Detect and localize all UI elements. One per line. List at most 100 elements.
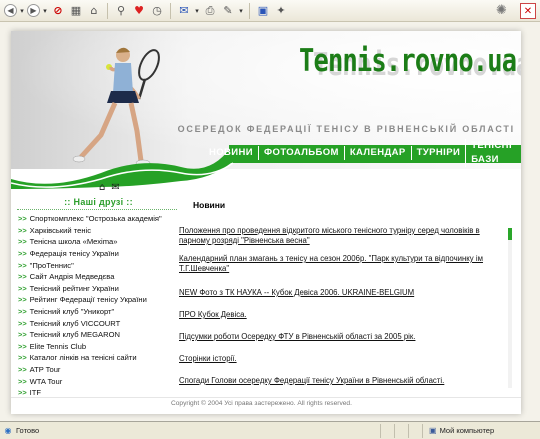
nav-tournaments[interactable]: ТУРНІРИ — [410, 146, 466, 160]
divider — [11, 397, 521, 398]
link-text[interactable]: Тенісний клуб MEGARON — [30, 330, 120, 339]
list-item[interactable]: >> "ПроТеннис" — [18, 259, 188, 271]
copyright: Copyright © 2004 Усі права застережено. … — [171, 400, 352, 407]
news-link[interactable]: Положення про проведення відкритого місь… — [179, 226, 501, 246]
double-chevron-icon: >> — [18, 214, 27, 224]
double-chevron-icon: >> — [18, 341, 27, 351]
list-item[interactable]: >> ATP Tour — [18, 364, 188, 376]
list-item[interactable]: >> Рейтинг Федерації тенісу України — [18, 294, 188, 306]
close-icon[interactable]: ✕ — [520, 3, 536, 19]
link-text[interactable]: Тенісна школа «Mехіma» — [30, 237, 118, 246]
double-chevron-icon: >> — [18, 260, 27, 270]
double-chevron-icon: >> — [18, 225, 27, 235]
print-icon[interactable]: ⎙ — [202, 3, 218, 19]
back-icon[interactable]: ◀ — [4, 4, 17, 17]
main-nav: НОВИНИ ФОТОАЛЬБОМ КАЛЕНДАР ТУРНІРИ ТЕНІС… — [209, 139, 521, 167]
discuss-icon[interactable]: ▣ — [255, 3, 271, 19]
status-cell — [408, 423, 422, 438]
refresh-icon[interactable]: ▦ — [68, 3, 84, 19]
messenger-icon[interactable]: ✦ — [273, 3, 289, 19]
news-link[interactable]: Підсумки роботи Осередку ФТУ в Рівненськ… — [179, 332, 501, 342]
link-text[interactable]: Харківський теніс — [30, 226, 91, 235]
nav-calendar[interactable]: КАЛЕНДАР — [343, 146, 411, 160]
list-item[interactable]: >> WTA Tour — [18, 375, 188, 387]
double-chevron-icon: >> — [18, 318, 27, 328]
link-text[interactable]: Сайт Андрія Медведєва — [30, 272, 115, 281]
mail-dropdown-icon[interactable]: ▾ — [194, 3, 200, 19]
link-text[interactable]: Тенісний рейтинг України — [30, 284, 119, 293]
edit-dropdown-icon[interactable]: ▾ — [238, 3, 244, 19]
link-text[interactable]: Elite Tennis Club — [30, 342, 86, 351]
list-item[interactable]: >> Elite Tennis Club — [18, 341, 188, 353]
quick-icons: ⌂ ✉ — [99, 182, 120, 193]
list-item[interactable]: >> Федерація тенісу України — [18, 248, 188, 260]
link-text[interactable]: Рейтинг Федерації тенісу України — [30, 295, 147, 304]
news-link[interactable]: NEW Фото з ТК НАУКА -- Кубок Девіса 2006… — [179, 288, 501, 298]
site-tagline: ОСЕРЕДОК ФЕДЕРАЦІЇ ТЕНІСУ В РІВНЕНСЬКІЙ … — [177, 124, 515, 134]
search-icon[interactable]: ⚲ — [113, 3, 129, 19]
history-icon[interactable]: ◷ — [149, 3, 165, 19]
security-zone: ▣ Мой компьютер — [422, 423, 494, 438]
status-text: Готово — [16, 426, 40, 435]
link-text[interactable]: ITF — [30, 388, 41, 397]
list-item[interactable]: >> Тенісний рейтинг України — [18, 283, 188, 295]
list-item[interactable]: >> Спорткомплекс "Острозька академія" — [18, 213, 188, 225]
nav-photoalbum[interactable]: ФОТОАЛЬБОМ — [258, 146, 344, 160]
double-chevron-icon: >> — [18, 249, 27, 259]
nav-tennis-bases[interactable]: ТЕНІСНІ БАЗИ — [465, 139, 517, 167]
list-item[interactable]: >> Сайт Андрія Медведєва — [18, 271, 188, 283]
news-link[interactable]: Календарний план змагань з тенісу на сез… — [179, 254, 501, 274]
news-scrollbar[interactable] — [508, 228, 512, 388]
link-text[interactable]: Тенісний клуб "Уникорт" — [30, 307, 115, 316]
link-text[interactable]: Федерація тенісу України — [30, 249, 119, 258]
double-chevron-icon: >> — [18, 272, 27, 282]
news-list: Положення про проведення відкритого місь… — [179, 226, 501, 398]
mail-icon[interactable]: ✉ — [111, 182, 119, 193]
link-text[interactable]: "ПроТеннис" — [30, 261, 74, 270]
home-icon[interactable]: ⌂ — [86, 3, 102, 19]
news-link[interactable]: Спогади Голови осередку Федерації тенісу… — [179, 376, 501, 386]
status-cell — [380, 423, 394, 438]
friends-title: :: Наші друзі :: — [64, 197, 133, 207]
scrollbar-thumb[interactable] — [508, 228, 512, 240]
computer-icon: ▣ — [429, 426, 437, 435]
link-text[interactable]: Тенісний клуб VICCOURT — [30, 319, 121, 328]
link-text[interactable]: ATP Tour — [30, 365, 61, 374]
double-chevron-icon: >> — [18, 388, 27, 398]
news-panel: Положення про проведення відкритого місь… — [176, 218, 516, 394]
list-item[interactable]: >> Тенісний клуб "Уникорт" — [18, 306, 188, 318]
list-item[interactable]: >> Тенісна школа «Mехіma» — [18, 236, 188, 248]
status-cell — [394, 423, 408, 438]
home-icon[interactable]: ⌂ — [99, 182, 105, 193]
list-item[interactable]: >> Тенісний клуб MEGARON — [18, 329, 188, 341]
list-item[interactable]: >> Тенісний клуб VICCOURT — [18, 317, 188, 329]
site-page: Tennis.rovno.ua Tennis.rovno.ua ОСЕРЕДОК… — [11, 31, 521, 414]
page-icon: ◉ — [4, 426, 12, 435]
browser-viewport[interactable]: Tennis.rovno.ua Tennis.rovno.ua ОСЕРЕДОК… — [0, 22, 540, 421]
back-dropdown-icon[interactable]: ▾ — [19, 3, 25, 19]
nav-news[interactable]: НОВИНИ — [204, 146, 258, 160]
link-text[interactable]: Каталог лінків на тенісні сайти — [30, 353, 137, 362]
double-chevron-icon: >> — [18, 295, 27, 305]
news-link[interactable]: Сторінки історії. — [179, 354, 501, 364]
list-item[interactable]: >> Каталог лінків на тенісні сайти — [18, 352, 188, 364]
status-left: ◉ Готово — [0, 426, 380, 436]
double-chevron-icon: >> — [18, 376, 27, 386]
link-text[interactable]: Спорткомплекс "Острозька академія" — [30, 214, 162, 223]
stop-icon[interactable]: ⊘ — [50, 3, 66, 19]
news-link[interactable]: ПРО Кубок Девіса. — [179, 310, 501, 320]
toolbar-separator — [249, 2, 250, 19]
mail-icon[interactable]: ✉ — [176, 3, 192, 19]
link-text[interactable]: WTA Tour — [30, 377, 63, 386]
site-logo[interactable]: Tennis.rovno.ua — [299, 43, 517, 79]
forward-dropdown-icon[interactable]: ▾ — [42, 3, 48, 19]
list-item[interactable]: >> Харківський теніс — [18, 225, 188, 237]
double-chevron-icon: >> — [18, 237, 27, 247]
edit-icon[interactable]: ✎ — [220, 3, 236, 19]
favorites-icon[interactable]: ♥ — [131, 3, 147, 19]
toolbar-separator — [170, 2, 171, 19]
forward-icon[interactable]: ▶ — [27, 4, 40, 17]
loading-spinner-icon: ✺ — [496, 3, 507, 18]
status-bar: ◉ Готово ▣ Мой компьютер — [0, 421, 540, 439]
double-chevron-icon: >> — [18, 307, 27, 317]
